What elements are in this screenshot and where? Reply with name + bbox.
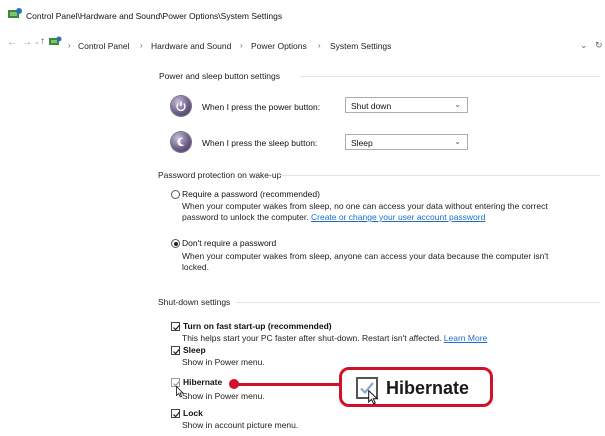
address-dropdown-icon[interactable]: ⌄ — [580, 40, 588, 51]
change-password-link[interactable]: Create or change your user account passw… — [311, 212, 485, 222]
hibernate-callout: Hibernate — [339, 367, 493, 407]
callout-connector — [236, 383, 340, 386]
breadcrumb-hardware-and-sound[interactable]: Hardware and Sound — [151, 41, 231, 51]
sleep-button-select-value: Sleep — [351, 138, 373, 148]
section-divider — [236, 302, 600, 303]
learn-more-link[interactable]: Learn More — [444, 333, 487, 343]
require-password-radio[interactable] — [171, 190, 180, 199]
no-password-label[interactable]: Don't require a password — [182, 238, 276, 248]
callout-label: Hibernate — [386, 378, 470, 398]
breadcrumb-control-panel[interactable]: Control Panel — [78, 41, 130, 51]
power-button-select-value: Shut down — [351, 101, 392, 111]
sleep-button-icon — [171, 132, 191, 152]
fast-startup-desc-line: This helps start your PC faster after sh… — [182, 333, 487, 344]
lock-option-desc: Show in account picture menu. — [182, 420, 299, 430]
window-title: Control Panel\Hardware and Sound\Power O… — [26, 11, 283, 21]
no-password-radio[interactable] — [171, 239, 180, 248]
sleep-checkbox[interactable] — [171, 346, 181, 355]
sleep-button-select[interactable]: Sleep ⌄ — [345, 134, 468, 150]
mouse-cursor-icon — [368, 390, 379, 405]
back-arrow-icon[interactable]: ← — [7, 38, 17, 48]
power-buttons-heading: Power and sleep button settings — [159, 71, 280, 81]
power-button-select[interactable]: Shut down ⌄ — [345, 97, 468, 113]
breadcrumb-separator: › — [68, 41, 71, 50]
breadcrumb-power-options[interactable]: Power Options — [251, 41, 307, 51]
fast-startup-desc: This helps start your PC faster after sh… — [182, 333, 442, 343]
section-divider — [300, 76, 600, 77]
sleep-option-desc: Show in Power menu. — [182, 357, 265, 367]
breadcrumb-separator: › — [240, 41, 243, 50]
chevron-down-icon: ⌄ — [454, 137, 461, 146]
lock-option-label[interactable]: Lock — [183, 408, 203, 418]
refresh-icon[interactable]: ↻ — [595, 40, 603, 51]
up-arrow-icon[interactable]: ↑ — [40, 37, 45, 47]
require-password-label[interactable]: Require a password (recommended) — [182, 189, 320, 199]
power-button-icon — [171, 96, 191, 116]
hibernate-option-desc: Show in Power menu. — [182, 391, 265, 401]
require-password-desc: When your computer wakes from sleep, no … — [182, 201, 548, 211]
require-password-desc-text: password to unlock the computer. — [182, 212, 309, 222]
history-dropdown-icon[interactable]: ⌄ — [34, 38, 40, 48]
hibernate-option-label[interactable]: Hibernate — [183, 377, 222, 387]
title-bar: Control Panel\Hardware and Sound\Power O… — [0, 0, 605, 30]
forward-arrow-icon[interactable]: → — [22, 38, 32, 48]
require-password-desc-2: password to unlock the computer. Create … — [182, 212, 485, 223]
sleep-button-label: When I press the sleep button: — [202, 138, 318, 148]
sleep-option-label[interactable]: Sleep — [183, 345, 206, 355]
fast-startup-label[interactable]: Turn on fast start-up (recommended) — [183, 321, 332, 331]
mouse-cursor-icon — [176, 386, 184, 398]
breadcrumb-system-settings[interactable]: System Settings — [330, 41, 391, 51]
password-heading: Password protection on wake-up — [158, 170, 282, 180]
power-button-label: When I press the power button: — [202, 102, 321, 112]
breadcrumb-separator: › — [140, 41, 143, 50]
breadcrumb-separator: › — [318, 41, 321, 50]
lock-checkbox[interactable] — [171, 409, 181, 418]
fast-startup-checkbox[interactable] — [171, 322, 181, 331]
section-divider — [280, 175, 600, 176]
no-password-desc-2: locked. — [182, 262, 209, 272]
control-panel-icon — [49, 36, 62, 45]
shutdown-heading: Shut-down settings — [158, 297, 231, 307]
chevron-down-icon: ⌄ — [454, 100, 461, 109]
no-password-desc: When your computer wakes from sleep, any… — [182, 251, 549, 261]
control-panel-icon — [8, 8, 22, 18]
